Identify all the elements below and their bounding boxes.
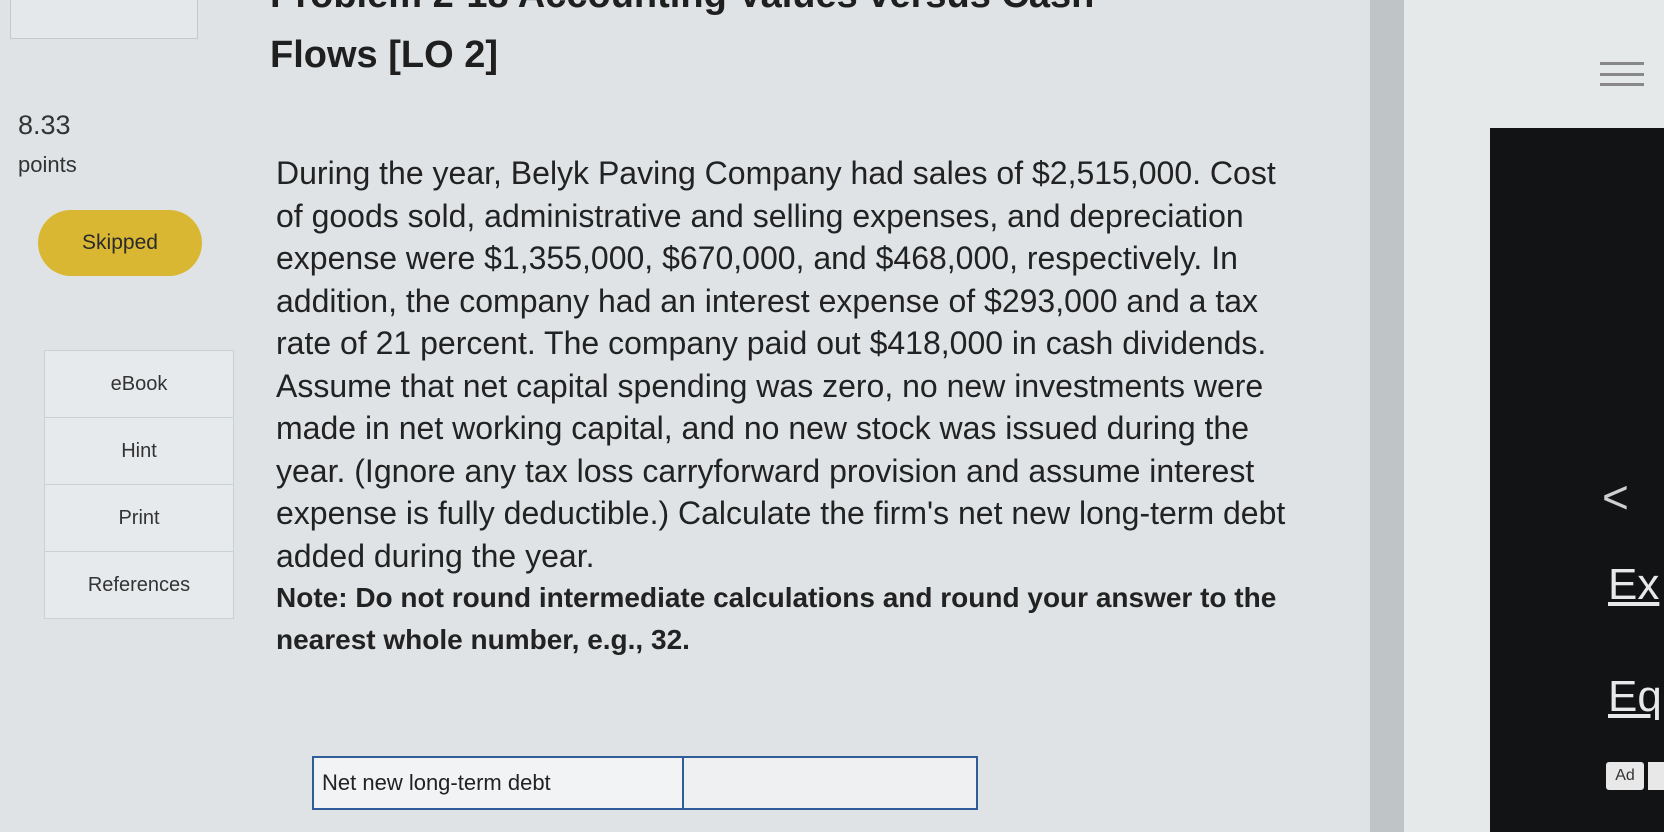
problem-title-line2: Flows [LO 2] bbox=[270, 34, 498, 76]
problem-text: During the year, Belyk Paving Company ha… bbox=[276, 155, 1286, 574]
skipped-status-badge: Skipped bbox=[38, 210, 202, 276]
rounding-note: Note: Do not round intermediate calculat… bbox=[276, 582, 1277, 655]
answer-row: Net new long-term debt bbox=[312, 756, 978, 810]
side-ad-panel bbox=[1490, 128, 1664, 832]
hint-button[interactable]: Hint bbox=[45, 418, 233, 485]
net-new-long-term-debt-input[interactable] bbox=[684, 758, 976, 808]
problem-statement: During the year, Belyk Paving Company ha… bbox=[276, 152, 1306, 661]
question-nav-box[interactable] bbox=[10, 0, 198, 39]
answer-label: Net new long-term debt bbox=[314, 758, 684, 808]
resources-panel: eBook Hint Print References bbox=[44, 350, 234, 619]
left-sidebar: 8.33 points Skipped eBook Hint Print Ref… bbox=[0, 0, 240, 832]
points-value: 8.33 bbox=[18, 110, 71, 140]
question-content: Problem 2-18 Accounting Values versus Ca… bbox=[240, 0, 1370, 832]
references-button[interactable]: References bbox=[45, 552, 233, 618]
ad-link-eq[interactable]: Eq bbox=[1608, 672, 1662, 722]
ad-badge-next bbox=[1648, 762, 1664, 790]
problem-title-line1: Problem 2-18 Accounting Values versus Ca… bbox=[270, 0, 1094, 17]
scrollbar[interactable] bbox=[1370, 0, 1404, 832]
ad-badge: Ad bbox=[1606, 762, 1644, 790]
ebook-button[interactable]: eBook bbox=[45, 351, 233, 418]
chevron-left-icon[interactable]: < bbox=[1602, 470, 1629, 524]
ad-link-ex[interactable]: Ex bbox=[1608, 560, 1659, 610]
points-label: points bbox=[18, 152, 77, 177]
menu-icon[interactable] bbox=[1600, 62, 1644, 86]
print-button[interactable]: Print bbox=[45, 485, 233, 552]
